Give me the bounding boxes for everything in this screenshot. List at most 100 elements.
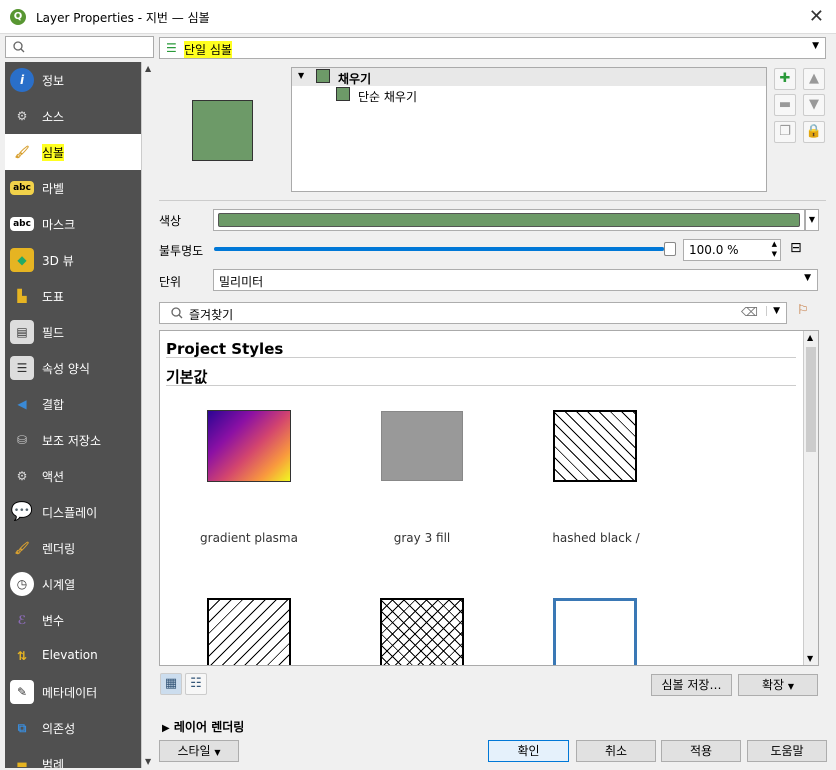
chevron-down-icon: ▼ bbox=[812, 41, 819, 51]
style-item-hashed-cross[interactable] bbox=[380, 598, 464, 665]
save-symbol-button[interactable]: 심볼 저장… bbox=[651, 674, 732, 696]
spin-up-icon[interactable]: ▲ bbox=[772, 240, 777, 248]
style-label: 스타일 bbox=[177, 744, 211, 758]
duplicate-icon: ❐ bbox=[779, 124, 791, 139]
dependencies-icon: ⧉ bbox=[17, 721, 27, 735]
sidebar-item-display[interactable]: 💬 디스플레이 bbox=[5, 494, 141, 530]
unit-value: 밀리미터 bbox=[219, 275, 264, 289]
symbol-layer-tree[interactable]: ▼ 채우기 단순 채우기 bbox=[291, 67, 767, 192]
sidebar-item-information[interactable]: i 정보 bbox=[5, 62, 141, 98]
sidebar-item-metadata[interactable]: ✎ 메타데이터 bbox=[5, 674, 141, 710]
sidebar-item-label: 시계열 bbox=[42, 578, 76, 592]
sidebar-item-3d-view[interactable]: ◆ 3D 뷰 bbox=[5, 242, 141, 278]
icon-view-button[interactable]: ▦ bbox=[160, 673, 182, 695]
rendering-icon: 🖌 bbox=[14, 541, 30, 555]
apply-button[interactable]: 적용 bbox=[661, 740, 741, 762]
clear-icon[interactable]: ⌫ bbox=[741, 305, 758, 319]
tree-row-simple-fill[interactable]: 단순 채우기 bbox=[292, 86, 766, 104]
move-up-button[interactable]: ▲ bbox=[803, 68, 825, 90]
sidebar-item-rendering[interactable]: 🖌 렌더링 bbox=[5, 530, 141, 566]
sidebar-item-symbology[interactable]: 🖌 심볼 bbox=[5, 134, 141, 170]
layer-rendering-label: 레이어 렌더링 bbox=[173, 720, 245, 734]
help-button[interactable]: 도움말 bbox=[747, 740, 827, 762]
sidebar-item-temporal[interactable]: ◷ 시계열 bbox=[5, 566, 141, 602]
sidebar-item-dependencies[interactable]: ⧉ 의존성 bbox=[5, 710, 141, 746]
sidebar-item-elevation[interactable]: ⇅ Elevation bbox=[5, 638, 141, 674]
scroll-down-icon[interactable]: ▼ bbox=[807, 654, 813, 663]
list-view-button[interactable]: ☷ bbox=[185, 673, 207, 695]
single-symbol-icon: ☰ bbox=[166, 41, 177, 55]
sidebar-item-label: 범례 bbox=[42, 758, 65, 768]
sidebar-scrollbar[interactable]: ▲ ▼ bbox=[141, 62, 155, 768]
fields-icon: ▤ bbox=[10, 320, 34, 344]
layer-rendering-section[interactable]: ▶ 레이어 렌더링 bbox=[162, 718, 244, 735]
sidebar-item-source[interactable]: ⚙ 소스 bbox=[5, 98, 141, 134]
unit-select[interactable]: 밀리미터 ▼ bbox=[213, 269, 818, 291]
search-icon bbox=[13, 41, 25, 53]
close-icon[interactable]: ✕ bbox=[809, 6, 824, 27]
remove-layer-button[interactable]: ▬ bbox=[774, 94, 796, 116]
duplicate-layer-button[interactable]: ❐ bbox=[774, 121, 796, 143]
cancel-button[interactable]: 취소 bbox=[576, 740, 656, 762]
chevron-down-icon: ▼ bbox=[787, 682, 795, 691]
opacity-slider-track[interactable] bbox=[214, 242, 676, 256]
sidebar-item-joins[interactable]: ◀ 결합 bbox=[5, 386, 141, 422]
sidebar-item-masks[interactable]: abc 마스크 bbox=[5, 206, 141, 242]
scroll-up-icon[interactable]: ▲ bbox=[807, 333, 813, 342]
sidebar-item-label: 마스크 bbox=[42, 218, 76, 232]
tree-row-fill[interactable]: ▼ 채우기 bbox=[292, 68, 766, 86]
lock-layer-button[interactable]: 🔒 bbox=[803, 121, 825, 143]
renderer-type-select[interactable]: ☰ 단일 심볼 ▼ bbox=[159, 37, 826, 59]
diagrams-icon: ▙ bbox=[17, 289, 27, 303]
move-down-button[interactable]: ▼ bbox=[803, 94, 825, 116]
sidebar-item-fields[interactable]: ▤ 필드 bbox=[5, 314, 141, 350]
style-item-outline-blue[interactable] bbox=[553, 598, 637, 665]
scroll-up-icon[interactable]: ▲ bbox=[145, 64, 151, 73]
attributes-form-icon: ☰ bbox=[10, 356, 34, 380]
3d-view-icon: ◆ bbox=[10, 248, 34, 272]
chevron-down-icon[interactable]: ▼ bbox=[766, 306, 780, 316]
data-defined-override-button[interactable]: ⊟ bbox=[790, 240, 816, 260]
sidebar-item-attributes-form[interactable]: ☰ 속성 양식 bbox=[5, 350, 141, 386]
color-menu-button[interactable]: ▼ bbox=[805, 209, 819, 231]
symbol-preview bbox=[192, 100, 253, 161]
opacity-spinbox[interactable]: 100.0 % ▲ ▼ bbox=[683, 239, 781, 261]
sidebar-item-legend[interactable]: ▬ 범례 bbox=[5, 746, 141, 768]
style-menu-button[interactable]: 스타일 ▼ bbox=[159, 740, 239, 762]
masks-icon: abc bbox=[10, 217, 34, 231]
style-manager-button[interactable]: ⚐ bbox=[797, 303, 817, 323]
style-manager-icon: ⚐ bbox=[797, 303, 809, 318]
style-item-label: gray 3 fill bbox=[393, 531, 451, 545]
spin-down-icon[interactable]: ▼ bbox=[772, 250, 777, 258]
sidebar-item-labels[interactable]: abc 라벨 bbox=[5, 170, 141, 206]
actions-icon: ⚙ bbox=[16, 469, 28, 483]
ok-button[interactable]: 확인 bbox=[488, 740, 569, 762]
elevation-icon: ⇅ bbox=[16, 649, 28, 663]
style-search-input[interactable]: 즐겨찾기 ⌫ ▼ bbox=[159, 302, 787, 324]
opacity-slider-handle[interactable] bbox=[664, 242, 676, 256]
color-button[interactable] bbox=[213, 209, 805, 231]
style-item-gradient-plasma[interactable] bbox=[207, 410, 291, 482]
sidebar-item-variables[interactable]: ℰ 변수 bbox=[5, 602, 141, 638]
variables-icon: ℰ bbox=[17, 613, 27, 627]
style-item-hashed-back[interactable] bbox=[207, 598, 291, 665]
sidebar-item-auxiliary-storage[interactable]: ⛁ 보조 저장소 bbox=[5, 422, 141, 458]
style-item-gray-3-fill[interactable] bbox=[381, 411, 463, 481]
scroll-down-icon[interactable]: ▼ bbox=[145, 757, 151, 766]
add-layer-button[interactable]: ✚ bbox=[774, 68, 796, 90]
tree-expand-icon[interactable]: ▼ bbox=[298, 71, 304, 80]
scroll-thumb[interactable] bbox=[806, 347, 816, 452]
sidebar-search-input[interactable] bbox=[5, 36, 154, 58]
style-gallery-scrollbar[interactable]: ▲ ▼ bbox=[803, 331, 818, 665]
sidebar-item-actions[interactable]: ⚙ 액션 bbox=[5, 458, 141, 494]
unit-label: 단위 bbox=[159, 275, 182, 289]
style-item-hashed-black[interactable] bbox=[553, 410, 637, 482]
sidebar-item-label: 보조 저장소 bbox=[42, 434, 102, 448]
advanced-button[interactable]: 확장 ▼ bbox=[738, 674, 818, 696]
style-gallery[interactable]: Project Styles 기본값 gradient plasma gray … bbox=[159, 330, 819, 666]
sidebar-item-label: Elevation bbox=[42, 648, 98, 662]
labels-icon: abc bbox=[10, 181, 34, 195]
legend-icon: ▬ bbox=[16, 757, 28, 768]
list-icon: ☷ bbox=[190, 676, 202, 691]
sidebar-item-diagrams[interactable]: ▙ 도표 bbox=[5, 278, 141, 314]
